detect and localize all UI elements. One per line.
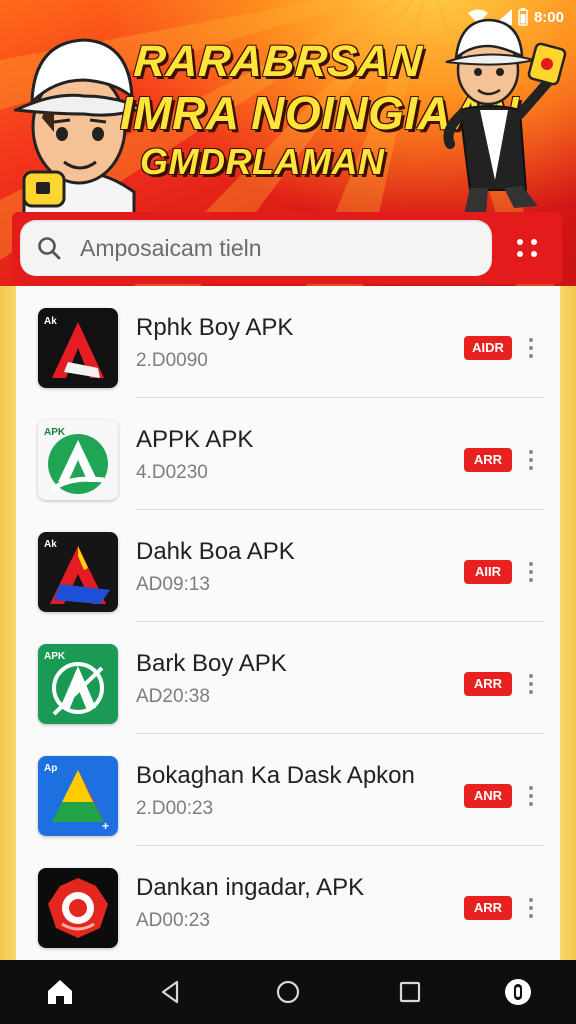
red-triangle-app-icon: Ak bbox=[38, 308, 118, 388]
red-blue-triangle-app-icon: Ak bbox=[38, 532, 118, 612]
navigation-bar bbox=[0, 960, 576, 1024]
app-badge[interactable]: ANR bbox=[464, 784, 512, 808]
list-item[interactable]: Ak Rphk Boy APK 2.D0090 AIDR bbox=[16, 286, 560, 398]
app-name: Dahk Boa APK bbox=[136, 538, 295, 565]
app-name: Bark Boy APK bbox=[136, 650, 287, 677]
back-icon[interactable] bbox=[154, 976, 186, 1008]
more-options-icon[interactable] bbox=[522, 336, 540, 360]
more-options-icon[interactable] bbox=[522, 560, 540, 584]
app-name: Bokaghan Ka Dask Apkon bbox=[136, 762, 415, 789]
app-badge[interactable]: AIIR bbox=[464, 560, 512, 584]
app-name: Dankan ingadar, APK bbox=[136, 874, 365, 901]
app-badge[interactable]: ARR bbox=[464, 896, 512, 920]
svg-text:Ak: Ak bbox=[44, 539, 57, 550]
more-options-icon[interactable] bbox=[522, 784, 540, 808]
search-icon bbox=[38, 237, 61, 260]
svg-text:APK: APK bbox=[44, 427, 66, 438]
app-badge[interactable]: ARR bbox=[464, 672, 512, 696]
red-badge-app-icon bbox=[38, 868, 118, 948]
assistant-icon[interactable] bbox=[502, 976, 534, 1008]
svg-text:APK: APK bbox=[44, 651, 66, 662]
app-version: 2.D0090 bbox=[136, 350, 208, 371]
search-bar-container: Amposaicam tieln bbox=[12, 212, 562, 284]
svg-text:+: + bbox=[102, 819, 109, 833]
app-version: 4.D0230 bbox=[136, 462, 208, 483]
app-version: 2.D00:23 bbox=[136, 798, 214, 819]
search-input[interactable]: Amposaicam tieln bbox=[20, 220, 492, 276]
more-options-icon[interactable] bbox=[522, 896, 540, 920]
app-version: AD00:23 bbox=[136, 910, 210, 931]
svg-text:Ap: Ap bbox=[44, 763, 57, 774]
app-version: AD20:38 bbox=[136, 686, 210, 707]
home-circle-icon[interactable] bbox=[272, 976, 304, 1008]
grid-menu-icon[interactable] bbox=[512, 232, 544, 264]
list-item[interactable]: APK APPK APK 4.D0230 ARR bbox=[16, 398, 560, 510]
list-item[interactable]: + Ap Bokaghan Ka Dask Apkon 2.D00:23 ANR bbox=[16, 734, 560, 846]
left-border-strip bbox=[0, 286, 16, 960]
app-badge[interactable]: AIDR bbox=[464, 336, 512, 360]
app-name: Rphk Boy APK bbox=[136, 314, 294, 341]
more-options-icon[interactable] bbox=[522, 672, 540, 696]
home-icon[interactable] bbox=[44, 976, 76, 1008]
more-options-icon[interactable] bbox=[522, 448, 540, 472]
green-a-app-icon: APK bbox=[38, 644, 118, 724]
svg-text:Ak: Ak bbox=[44, 316, 57, 327]
list-item[interactable]: Dankan ingadar, APK AD00:23 ARR bbox=[16, 846, 560, 958]
search-placeholder: Amposaicam tieln bbox=[80, 234, 262, 261]
mascot-right-illustration bbox=[443, 18, 567, 215]
app-name: APPK APK bbox=[136, 426, 254, 453]
app-version: AD09:13 bbox=[136, 574, 210, 595]
app-badge[interactable]: ARR bbox=[464, 448, 512, 472]
green-triangle-app-icon: APK bbox=[38, 420, 118, 500]
recents-icon[interactable] bbox=[394, 976, 426, 1008]
right-border-strip bbox=[560, 286, 576, 960]
drive-triangle-app-icon: + Ap bbox=[38, 756, 118, 836]
list-item[interactable]: Ak Dahk Boa APK AD09:13 AIIR bbox=[16, 510, 560, 622]
app-list: Ak Rphk Boy APK 2.D0090 AIDR APK APPK AP… bbox=[16, 286, 560, 960]
list-item[interactable]: APK Bark Boy APK AD20:38 ARR bbox=[16, 622, 560, 734]
